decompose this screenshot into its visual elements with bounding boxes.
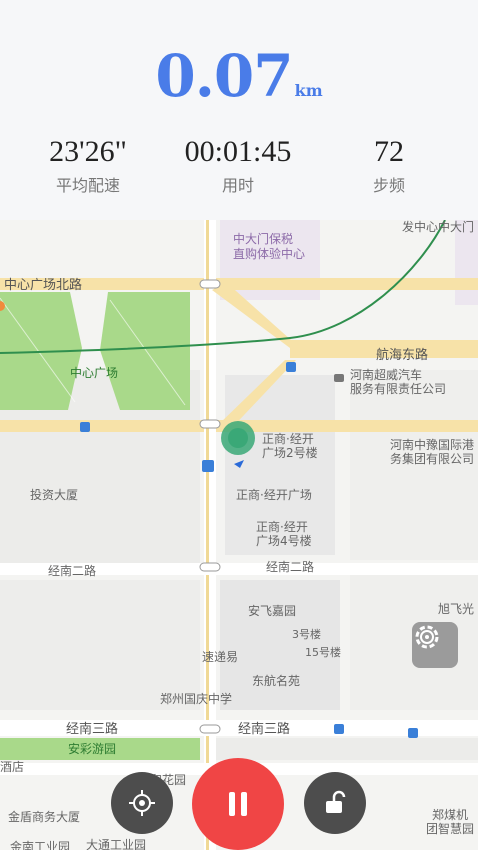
map-label-zhengshang4: 正商·经开 广场4号楼 <box>256 520 312 548</box>
map-label-jindun: 金盾商务大厦 <box>8 810 81 824</box>
map-label-building15: 15号楼 <box>305 646 341 659</box>
map-label-jingnan3-left: 经南三路 <box>66 722 119 737</box>
map-label-xufei: 旭飞光 <box>438 602 475 616</box>
pause-button[interactable] <box>192 758 284 850</box>
cadence-value: 72 <box>374 135 404 168</box>
settings-button[interactable] <box>412 622 458 668</box>
lock-button[interactable] <box>304 772 366 834</box>
map-label-ancai: 安彩游园 <box>68 742 117 756</box>
map-label-guoqing: 郑州国庆中学 <box>160 692 233 706</box>
distance-display: 0.07 km <box>0 42 478 110</box>
distance-unit: km <box>294 81 323 100</box>
pause-icon <box>229 792 247 816</box>
map-label-anfei: 安飞嘉园 <box>248 604 297 618</box>
map-label-tuanzhi: 团智慧园 <box>426 822 475 836</box>
map-label-zhengshang: 正商·经开广场 <box>236 488 312 502</box>
map-view[interactable]: 中大门保税 直购体验中心 发中心中大门 中心广场北路 航海东路 中心广场 河南超… <box>0 220 478 850</box>
stats-panel: 0.07 km 23'26" 平均配速 00:01:45 用时 72 步频 <box>0 0 478 220</box>
map-label-datong: 大通工业园 <box>86 838 147 850</box>
map-label-henan-port: 河南中豫国际港 务集团有限公司 <box>390 438 475 466</box>
map-label-jingnan2-left: 经南二路 <box>48 564 97 578</box>
map-label-jingnan2-right: 经南二路 <box>266 560 315 574</box>
metric-time: 00:01:45 用时 <box>158 136 318 196</box>
crosshair-icon <box>129 790 155 816</box>
map-label-jingnan3-right: 经南三路 <box>238 722 291 737</box>
map-label-sudiyi: 速递易 <box>202 650 239 664</box>
time-value: 00:01:45 <box>184 135 292 168</box>
map-label-zhengshang2: 正商·经开 广场2号楼 <box>262 432 318 460</box>
map-label-donghang: 东航名苑 <box>252 674 301 688</box>
map-label-henan-auto: 河南超威汽车 服务有限责任公司 <box>350 368 447 396</box>
pace-label: 平均配速 <box>55 176 120 195</box>
map-label-building3: 3号楼 <box>292 628 321 641</box>
map-label-fazhan: 发中心中大门 <box>402 220 475 234</box>
map-label-jinnan-industry: 金南工业园 <box>10 840 71 850</box>
map-label-touzi: 投资大厦 <box>30 488 79 502</box>
map-label-zhongxin-plaza: 中心广场 <box>70 366 119 380</box>
map-label-baoshui: 中大门保税 直购体验中心 <box>233 232 306 261</box>
map-label-zhongxin-north: 中心广场北路 <box>4 278 83 293</box>
locate-button[interactable] <box>111 772 173 834</box>
unlock-icon <box>326 790 346 813</box>
pace-value: 23'26" <box>49 135 127 168</box>
metric-pace: 23'26" 平均配速 <box>8 136 168 196</box>
time-label: 用时 <box>221 176 254 195</box>
distance-value: 0.07 <box>155 42 293 110</box>
map-label-hanghai: 航海东路 <box>376 348 429 363</box>
gear-icon <box>415 625 439 649</box>
metric-cadence: 72 步频 <box>309 136 469 196</box>
cadence-label: 步频 <box>372 176 405 195</box>
map-label-jiudian: 酒店 <box>0 760 25 774</box>
